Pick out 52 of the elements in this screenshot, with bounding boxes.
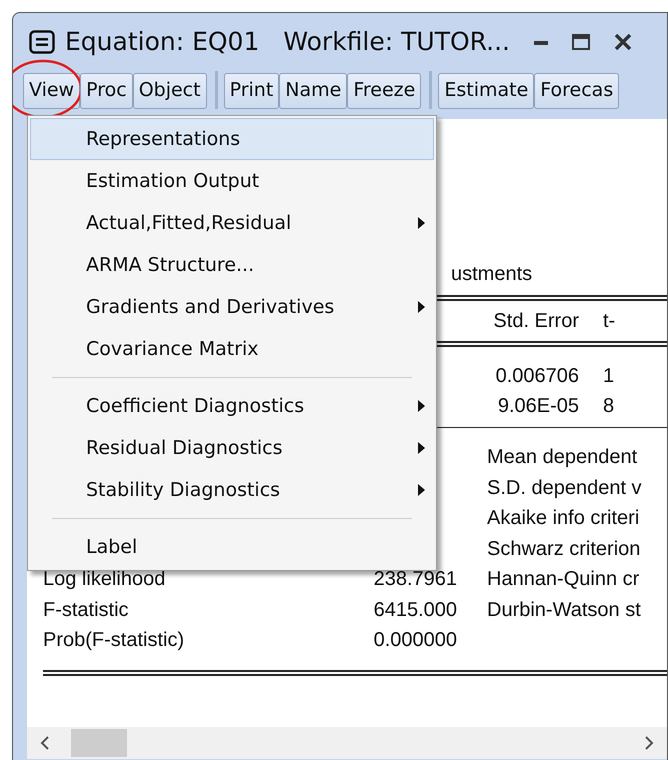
submenu-arrow-icon [418,217,425,229]
toolbar-button[interactable]: Name [279,73,348,109]
window-title: Equation: EQ01 [65,26,260,58]
stat-label: Log likelihood [43,567,166,592]
submenu-arrow-icon [418,442,425,454]
table-cell-text: 8 [602,394,616,419]
stat-label: F-statistic [43,598,130,623]
window-menu-icon[interactable] [29,30,55,54]
stat-label: Akaike info criteri [487,506,640,532]
menu-item[interactable]: Actual,Fitted,Residual [30,202,434,244]
menu-item[interactable]: Stability Diagnostics [30,469,434,511]
column-header: Std. Error [492,309,579,334]
toolbar-button[interactable]: Object [132,73,207,109]
table-cell-text: 1 [602,364,616,389]
stat-label: Hannan-Quinn cr [487,567,640,592]
menu-item[interactable]: ARMA Structure... [30,244,434,286]
close-icon[interactable] [614,34,632,50]
menu-item[interactable]: Residual Diagnostics [30,427,434,469]
toolbar-button[interactable]: Proc [80,73,133,109]
menu-item[interactable]: Coefficient Diagnostics [30,385,434,427]
stat-value: 238.7961 [372,567,457,592]
window-subtitle: Workfile: TUTOR... [283,26,510,58]
table-cell-text: 0.006706 [494,364,579,389]
horizontal-scrollbar[interactable] [27,727,667,759]
submenu-arrow-icon [418,484,425,496]
scroll-left-icon[interactable] [39,736,51,750]
toolbar-button[interactable]: Print [224,73,280,109]
menu-item[interactable]: Covariance Matrix [30,328,434,370]
stat-label: S.D. dependent v [487,476,643,501]
toolbar-button[interactable]: Forecas [534,73,620,109]
menu-item[interactable]: Gradients and Derivatives [30,286,434,328]
toolbar-button[interactable]: Freeze [347,73,422,109]
maximize-icon[interactable] [572,34,590,50]
menu-item[interactable]: Label [30,526,434,568]
scroll-thumb[interactable] [71,729,127,757]
stat-label: Schwarz criterion [487,536,642,562]
scroll-right-icon[interactable] [643,736,655,750]
toolbar-button[interactable]: Estimate [438,73,534,109]
stat-value: 6415.000 [372,598,457,623]
stat-label: Durbin-Watson st [487,598,642,623]
menu-item[interactable]: Representations [30,118,434,160]
column-header: t- [602,309,616,334]
stat-label: Prob(F-statistic) [43,628,186,654]
toolbar-button[interactable]: View [23,73,80,109]
table-cell-text: 9.06E-05 [496,394,579,419]
stat-value: 0.000000 [372,628,457,654]
stat-label: Mean dependent [487,445,638,470]
output-text: ustments [451,263,532,285]
minimize-icon[interactable] [534,39,548,45]
menu-item[interactable]: Estimation Output [30,160,434,202]
submenu-arrow-icon [418,400,425,412]
submenu-arrow-icon [418,301,425,313]
